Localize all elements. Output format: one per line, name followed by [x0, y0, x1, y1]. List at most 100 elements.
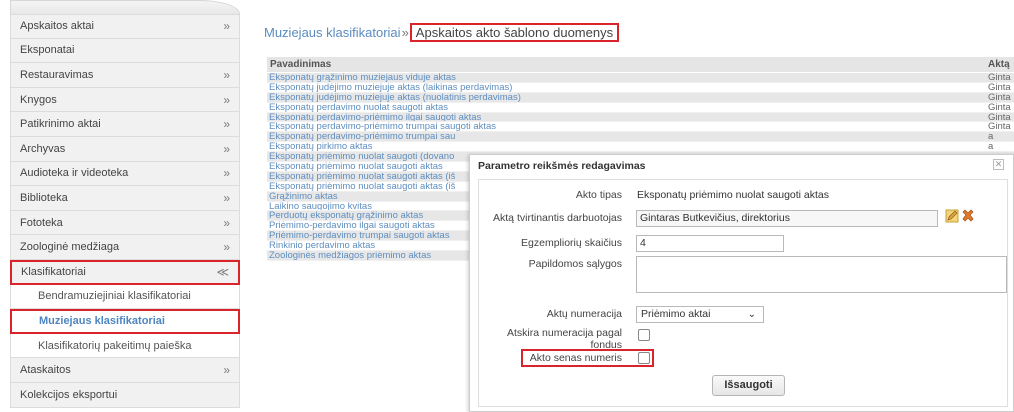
double-chevron-icon: »: [223, 363, 230, 378]
sidebar-item-klasifikatoriai[interactable]: Klasifikatoriai ≪: [10, 259, 240, 285]
row-name-link[interactable]: Eksponatų perdavimo-priėmimo ilgai saugo…: [269, 113, 481, 122]
row-name-link[interactable]: Grąžinimo aktas: [269, 192, 338, 201]
table-row[interactable]: Eksponatų perdavimo-priėmimo ilgai saugo…: [267, 112, 1014, 123]
atskira-numeracija-checkbox[interactable]: [638, 329, 650, 341]
numeracija-select[interactable]: Priėmimo aktai ⌄: [636, 306, 764, 323]
sidebar-subitem-label: Muziejaus klasifikatoriai: [39, 315, 165, 328]
table-row[interactable]: Eksponatų grąžinimo muziejaus viduje akt…: [267, 73, 1014, 83]
breadcrumb-parent-link[interactable]: Muziejaus klasifikatoriai: [264, 25, 401, 40]
senas-numeris-checkbox[interactable]: [638, 352, 650, 364]
double-chevron-icon: »: [223, 215, 230, 230]
sidebar-subitem-muziejaus-klasifikatoriai[interactable]: Muziejaus klasifikatoriai: [10, 309, 240, 334]
sidebar-item-kolekcijos-eksportui[interactable]: Kolekcijos eksportui: [10, 382, 240, 408]
double-chevron-icon: »: [223, 67, 230, 82]
breadcrumb-current: Apskaitos akto šablono duomenys: [409, 22, 620, 42]
table-row[interactable]: Eksponatų perdavimo-priėmimo trumpai sau…: [267, 132, 1014, 143]
sidebar-item-label: Ataskaitos: [20, 364, 71, 377]
sidebar-subitem-label: Bendramuziejiniai klasifikatoriai: [38, 290, 191, 303]
dialog-title: Parametro reikšmės redagavimas: [470, 155, 1013, 177]
table-row[interactable]: Eksponatų perdavimo-priėmimo trumpai sau…: [267, 122, 1014, 133]
chevron-down-icon: ⌄: [747, 309, 756, 320]
sidebar-item-ataskaitos[interactable]: Ataskaitos »: [10, 358, 240, 383]
close-icon[interactable]: ✕: [993, 159, 1004, 170]
sidebar-item-biblioteka[interactable]: Biblioteka »: [10, 186, 240, 211]
row-name-link[interactable]: Perduotų eksponatų grąžinimo aktas: [269, 211, 423, 220]
row-name-link[interactable]: Eksponatų perdavimo nuolat saugoti aktas: [269, 103, 448, 112]
row-name-link[interactable]: Eksponatų judėjimo muziejuje aktas (nuol…: [269, 93, 521, 102]
row-name-link[interactable]: Eksponatų perdavimo-priėmimo trumpai sau: [269, 132, 455, 141]
sidebar-item-apskaitos-aktai[interactable]: Apskaitos aktai »: [10, 14, 240, 39]
row-cell: Ginta: [988, 82, 1011, 93]
sidebar-item-archyvas[interactable]: Archyvas »: [10, 136, 240, 162]
row-name-link[interactable]: Eksponatų grąžinimo muziejaus viduje akt…: [269, 73, 456, 82]
row-name-link[interactable]: Eksponatų priėmimo nuolat saugoti aktas: [269, 162, 443, 171]
row-name-link[interactable]: Eksponatų pirkimo aktas: [269, 142, 373, 151]
sidebar-item-restauravimas[interactable]: Restauravimas »: [10, 63, 240, 88]
double-chevron-icon: »: [223, 240, 230, 255]
row-name-link[interactable]: Eksponatų judėjimo muziejuje aktas (laik…: [269, 83, 512, 92]
papildomos-salygos-label: Papildomos sąlygos: [528, 258, 622, 270]
edit-pencil-icon[interactable]: [945, 209, 959, 223]
darbuotojas-label: Aktą tvirtinantis darbuotojas: [493, 212, 622, 224]
sidebar-item-label: Restauravimas: [20, 68, 94, 81]
table-row[interactable]: Eksponatų pirkimo aktas a: [267, 142, 1014, 153]
edit-parameter-dialog: Parametro reikšmės redagavimas ✕ Akto ti…: [469, 154, 1014, 412]
darbuotojas-field[interactable]: Gintaras Butkevičius, direktorius: [636, 210, 938, 227]
chevron-down-icon: ≪: [216, 265, 229, 280]
sidebar-item-zoologine-medziaga[interactable]: Zoologinė medžiaga »: [10, 235, 240, 260]
sidebar-subitem-bendramuziejiniai[interactable]: Bendramuziejiniai klasifikatoriai: [10, 284, 240, 310]
sidebar-menu: Apskaitos aktai » Eksponatai Restauravima…: [10, 14, 240, 408]
save-button[interactable]: Išsaugoti: [712, 375, 785, 396]
sidebar-item-label: Patikrinimo aktai: [20, 118, 101, 131]
sidebar-item-fototeka[interactable]: Fototeka »: [10, 210, 240, 236]
numeracija-selected-value: Priėmimo aktai: [641, 308, 711, 320]
sidebar-item-patikrinimo-aktai[interactable]: Patikrinimo aktai »: [10, 112, 240, 137]
row-name-link[interactable]: Eksponatų priėmimo nuolat saugoti aktas …: [269, 172, 455, 181]
row-cell: Ginta: [988, 92, 1011, 103]
table-header: Pavadinimas Aktą: [267, 57, 1014, 72]
row-cell: Ginta: [988, 102, 1011, 113]
row-name-link[interactable]: Rinkinio perdavimo aktas: [269, 241, 375, 250]
row-name-link[interactable]: Priėmimo-perdavimo trumpai saugoti aktas: [269, 231, 450, 240]
akto-tipas-label: Akto tipas: [575, 189, 622, 201]
double-chevron-icon: »: [223, 19, 230, 34]
row-name-link[interactable]: Eksponatų priėmimo nuolat saugoti aktas …: [269, 182, 455, 191]
sidebar-tab: [10, 0, 240, 14]
column-header-pavadinimas[interactable]: Pavadinimas: [270, 57, 331, 72]
row-name-link[interactable]: Priėmimo-perdavimo ilgai saugoti aktas: [269, 221, 435, 230]
egzemplioriu-label: Egzempliorių skaičius: [521, 237, 622, 249]
row-name-link[interactable]: Laikino saugojimo kvitas: [269, 202, 372, 211]
table-row[interactable]: Eksponatų perdavimo nuolat saugoti aktas…: [267, 103, 1014, 113]
sidebar-item-label: Klasifikatoriai: [21, 266, 86, 279]
row-name-link[interactable]: Eksponatų priėmimo nuolat saugoti (dovan…: [269, 152, 454, 161]
double-chevron-icon: »: [223, 92, 230, 107]
sidebar-item-knygos[interactable]: Knygos »: [10, 87, 240, 113]
egzemplioriu-input[interactable]: 4: [636, 235, 784, 252]
row-cell: Ginta: [988, 122, 1011, 133]
sidebar-item-label: Eksponatai: [20, 44, 75, 57]
sidebar-subitem-label: Klasifikatorių pakeitimų paieška: [38, 339, 192, 352]
numeracija-label: Aktų numeracija: [546, 308, 622, 320]
row-name-link[interactable]: Eksponatų perdavimo-priėmimo trumpai sau…: [269, 122, 496, 131]
table-row[interactable]: Eksponatų judėjimo muziejuje aktas (laik…: [267, 83, 1014, 93]
sidebar-item-eksponatai[interactable]: Eksponatai: [10, 38, 240, 64]
column-header-akta[interactable]: Aktą: [988, 57, 1010, 72]
row-name-link[interactable]: Zoologinės medžiagos priėmimo aktas: [269, 251, 431, 260]
sidebar: Apskaitos aktai » Eksponatai Restauravima…: [0, 0, 252, 412]
akto-tipas-value: Eksponatų priėmimo nuolat saugoti aktas: [637, 189, 830, 201]
dialog-form: Akto tipas Eksponatų priėmimo nuolat sau…: [478, 179, 1008, 407]
double-chevron-icon: »: [223, 166, 230, 181]
sidebar-item-label: Apskaitos aktai: [20, 20, 94, 33]
row-cell: a: [988, 142, 994, 153]
sidebar-item-label: Zoologinė medžiaga: [20, 241, 120, 254]
sidebar-item-audioteka[interactable]: Audioteka ir videoteka »: [10, 161, 240, 187]
double-chevron-icon: »: [223, 117, 230, 132]
papildomos-salygos-textarea[interactable]: [636, 256, 1007, 293]
breadcrumb: Muziejaus klasifikatoriai » Apskaitos ak…: [264, 22, 620, 42]
sidebar-item-label: Biblioteka: [20, 191, 68, 204]
table-row[interactable]: Eksponatų judėjimo muziejuje aktas (nuol…: [267, 92, 1014, 103]
delete-x-icon[interactable]: [961, 209, 975, 223]
breadcrumb-separator: »: [401, 24, 409, 40]
sidebar-subitem-pakeitimu-paieska[interactable]: Klasifikatorių pakeitimų paieška: [10, 333, 240, 359]
row-cell: a: [988, 132, 994, 143]
